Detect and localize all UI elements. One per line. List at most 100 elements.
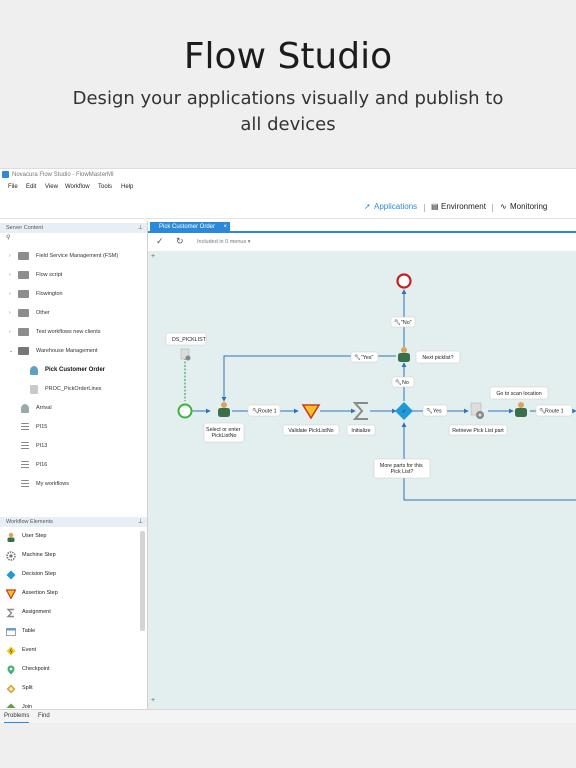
hero-title: Flow Studio [183, 36, 393, 77]
scrollbar[interactable] [140, 531, 145, 631]
assignment-node[interactable]: Initialize [346, 402, 376, 436]
tree-item[interactable]: PROC_PickOrderLines [0, 381, 140, 397]
element-assertion-step[interactable]: Assertion Step [0, 584, 138, 603]
menu-view[interactable]: View [45, 181, 58, 193]
node-label-line: Pick List? [391, 469, 414, 475]
machine-step-node[interactable]: Retrieve Pick List part [448, 402, 508, 436]
search-icon[interactable]: ⚲ [6, 234, 10, 241]
list-icon [21, 480, 29, 488]
menu-help[interactable]: Help [121, 181, 133, 193]
folder-icon [18, 252, 29, 260]
split-icon [6, 684, 16, 694]
user-step-node[interactable]: Next picklist? [398, 347, 461, 364]
workflow-elements-header: Workflow Elements ⊥ [0, 517, 147, 527]
rocket-icon: ➚ [364, 202, 371, 211]
element-machine-step[interactable]: Machine Step [0, 546, 138, 565]
element-user-step[interactable]: User Step [0, 527, 138, 546]
element-decision-step[interactable]: Decision Step [0, 565, 138, 584]
chevron-right-icon[interactable]: › [9, 324, 11, 340]
tree-item-selected[interactable]: Pick Customer Order [0, 362, 140, 378]
tree-item[interactable]: › Field Service Management (FSM) [0, 248, 140, 264]
element-join[interactable]: Join [0, 698, 138, 708]
user-step-node[interactable]: Select or enter PickListNo [203, 402, 245, 443]
element-assignment[interactable]: Assignment [0, 603, 138, 622]
refresh-icon[interactable]: ↻ [176, 236, 184, 247]
tree-item[interactable]: › Flowington [0, 286, 140, 302]
element-event[interactable]: Event [0, 641, 138, 660]
editor-area: Pick Customer Order × ✓ ↻ Included in 0 … [148, 221, 576, 709]
tree-item[interactable]: Arrival [0, 400, 140, 416]
app-icon [2, 171, 9, 178]
menu-file[interactable]: File [8, 181, 18, 193]
top-nav: ➚ Applications ▤ Environment ∿ Monitoring [0, 195, 576, 219]
tab-pick-customer-order[interactable]: Pick Customer Order × [150, 222, 230, 233]
chevron-right-icon[interactable]: › [9, 267, 11, 283]
check-icon[interactable]: ✓ [156, 236, 164, 247]
end-node[interactable] [396, 273, 412, 289]
note-node[interactable]: More parts for this Pick List? [373, 458, 431, 479]
tree-item[interactable]: My workflows [0, 476, 140, 492]
chevron-right-icon[interactable]: › [9, 286, 11, 302]
edge-label: 🔧︎ Yes [422, 404, 448, 417]
nav-divider [424, 204, 425, 212]
edge-label: 🔧︎ "No" [390, 316, 416, 328]
edge-label: 🔧︎ No [391, 376, 415, 388]
tree-item[interactable]: PI13 [0, 438, 140, 454]
menu-tools[interactable]: Tools [98, 181, 112, 193]
editor-toolbar: ✓ ↻ Included in 0 menus ▾ [148, 233, 576, 251]
chevron-right-icon[interactable]: › [9, 248, 11, 264]
app-window: Novacura Flow Studio - FlowMasterMI File… [0, 168, 576, 723]
list-icon [21, 423, 29, 431]
chevron-right-icon[interactable]: › [9, 305, 11, 321]
ds-picklist-node[interactable]: DS_PICKLIST [165, 332, 207, 361]
menu-edit[interactable]: Edit [26, 181, 36, 193]
check-icon: ✓ [402, 409, 406, 415]
decision-node[interactable]: ✓ [395, 402, 413, 420]
edge-label-text: Route 1 [545, 409, 564, 415]
folder-icon [18, 290, 29, 298]
tree-item[interactable]: › Test workflows new clients [0, 324, 140, 340]
key-icon: 🔧︎ [354, 354, 361, 361]
edge-label: 🔧︎ Route 1 [535, 404, 573, 417]
element-split[interactable]: Split [0, 679, 138, 698]
element-table[interactable]: Table [0, 622, 138, 641]
assertion-node[interactable]: Validate PickListNo [282, 404, 340, 436]
tree-item[interactable]: ⌄ Warehouse Management [0, 343, 140, 359]
edge-label-text: Route 1 [258, 409, 277, 415]
folder-open-icon [18, 347, 29, 355]
tree-item[interactable]: PI16 [0, 457, 140, 473]
nav-environment[interactable]: ▤ Environment [431, 201, 486, 213]
document-icon [30, 385, 38, 394]
node-label-line: PickListNo [211, 433, 236, 439]
tab-problems[interactable]: Problems [4, 710, 30, 723]
workflow-canvas[interactable]: + + DS_PICKLIST Select or enter PickList… [148, 251, 576, 709]
tab-find[interactable]: Find [38, 710, 50, 722]
menu-bar: File Edit View Workflow Tools Help [0, 181, 576, 193]
edge-label: 🔧︎ Route 1 [247, 404, 281, 417]
user-step-icon [7, 532, 15, 542]
pin-icon[interactable]: ⊥ [138, 517, 143, 527]
left-panel: Server Content ⊥ ⚲ › Field Service Manag… [0, 221, 148, 711]
connector[interactable] [221, 355, 396, 402]
pin-icon[interactable]: ⊥ [138, 223, 143, 233]
key-icon: 🔧︎ [394, 319, 401, 326]
document-tab-bar: Pick Customer Order × [148, 221, 576, 233]
close-icon[interactable]: × [223, 222, 227, 233]
user-workflow-icon [21, 404, 29, 413]
assignment-icon [6, 608, 14, 618]
tree-item[interactable]: PI15 [0, 419, 140, 435]
element-checkpoint[interactable]: Checkpoint [0, 660, 138, 679]
tree-item[interactable]: › Flow script [0, 267, 140, 283]
start-node[interactable] [177, 403, 193, 419]
nav-applications[interactable]: ➚ Applications [364, 201, 417, 213]
chevron-down-icon[interactable]: ⌄ [9, 343, 13, 359]
tree-item[interactable]: › Other [0, 305, 140, 321]
user-workflow-icon [30, 366, 38, 375]
menu-workflow[interactable]: Workflow [65, 181, 90, 193]
caret-down-icon: ▾ [247, 239, 251, 245]
nav-monitoring[interactable]: ∿ Monitoring [500, 201, 547, 213]
menus-dropdown[interactable]: Included in 0 menus ▾ [197, 239, 251, 245]
hero-subtitle: Design your applications visually and pu… [72, 88, 504, 135]
edge-label-text: Yes [433, 409, 442, 415]
join-icon [6, 703, 16, 708]
